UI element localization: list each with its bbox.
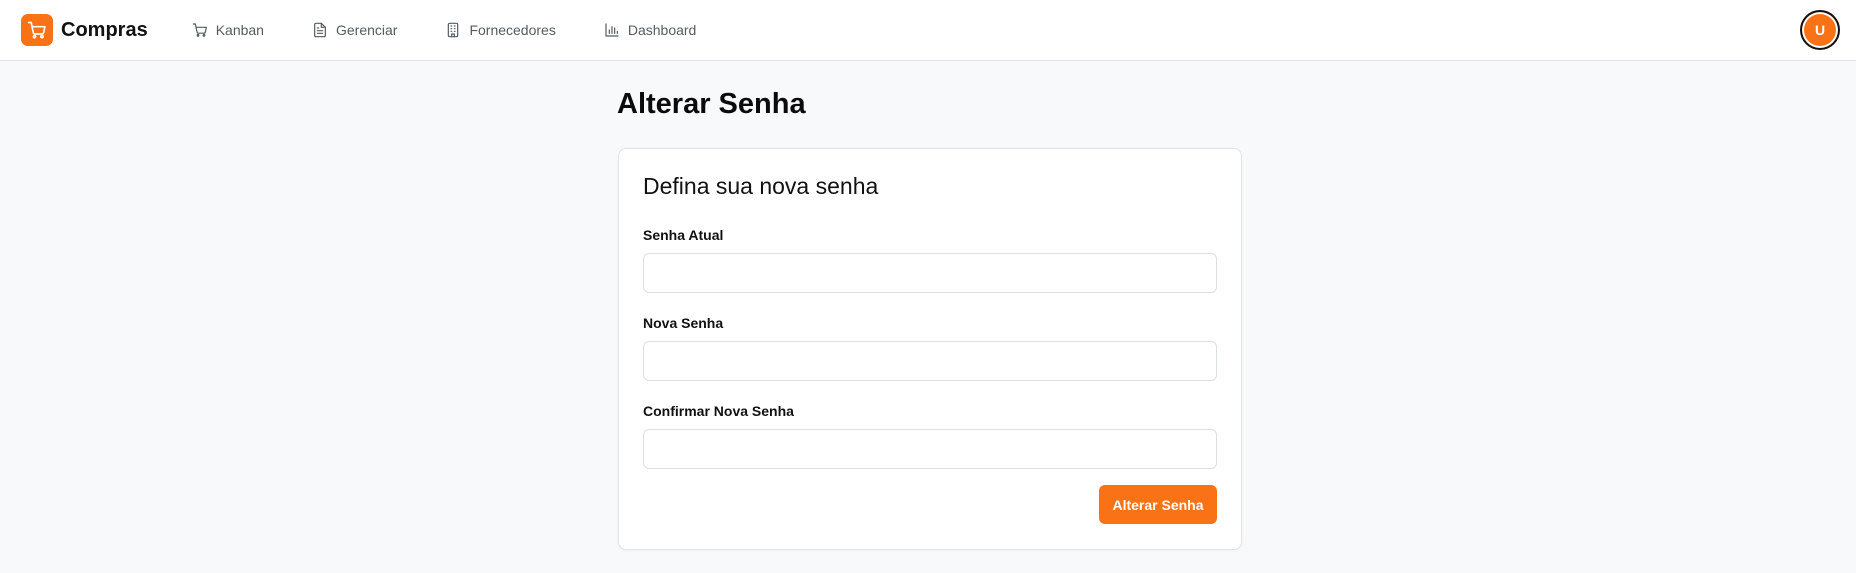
confirm-password-label: Confirmar Nova Senha xyxy=(643,403,794,419)
card-title: Defina sua nova senha xyxy=(643,173,879,199)
nav-item-kanban[interactable]: Kanban xyxy=(192,22,264,38)
nav-label-dashboard: Dashboard xyxy=(627,22,697,38)
building-icon xyxy=(445,22,461,38)
shopping-cart-icon xyxy=(192,22,208,38)
nav-label-kanban: Kanban xyxy=(215,22,264,38)
confirm-password-input[interactable] xyxy=(643,429,1217,469)
nav-label-gerenciar: Gerenciar xyxy=(335,22,398,38)
avatar-initial: U xyxy=(1814,22,1826,38)
app-name: Compras xyxy=(61,18,148,41)
change-password-card: Defina sua nova senha Senha Atual Nova S… xyxy=(618,148,1242,550)
brand[interactable]: Compras xyxy=(21,14,148,46)
nav-label-fornecedores: Fornecedores xyxy=(469,22,556,38)
new-password-input[interactable] xyxy=(643,341,1217,381)
current-password-label: Senha Atual xyxy=(643,227,724,243)
document-icon xyxy=(312,22,328,38)
current-password-input[interactable] xyxy=(643,253,1217,293)
top-navbar: Compras Kanban Gerenciar Fornecedores Da… xyxy=(0,0,1856,61)
change-password-button[interactable]: Alterar Senha xyxy=(1099,485,1217,524)
main-nav: Kanban Gerenciar Fornecedores Dashboard xyxy=(192,22,745,38)
shopping-cart-icon xyxy=(21,14,53,46)
nav-item-gerenciar[interactable]: Gerenciar xyxy=(312,22,397,38)
page-title: Alterar Senha xyxy=(617,88,806,120)
nav-item-dashboard[interactable]: Dashboard xyxy=(604,22,697,38)
user-avatar[interactable]: U xyxy=(1800,10,1840,50)
nav-item-fornecedores[interactable]: Fornecedores xyxy=(445,22,556,38)
bar-chart-icon xyxy=(604,22,620,38)
new-password-label: Nova Senha xyxy=(643,315,724,331)
